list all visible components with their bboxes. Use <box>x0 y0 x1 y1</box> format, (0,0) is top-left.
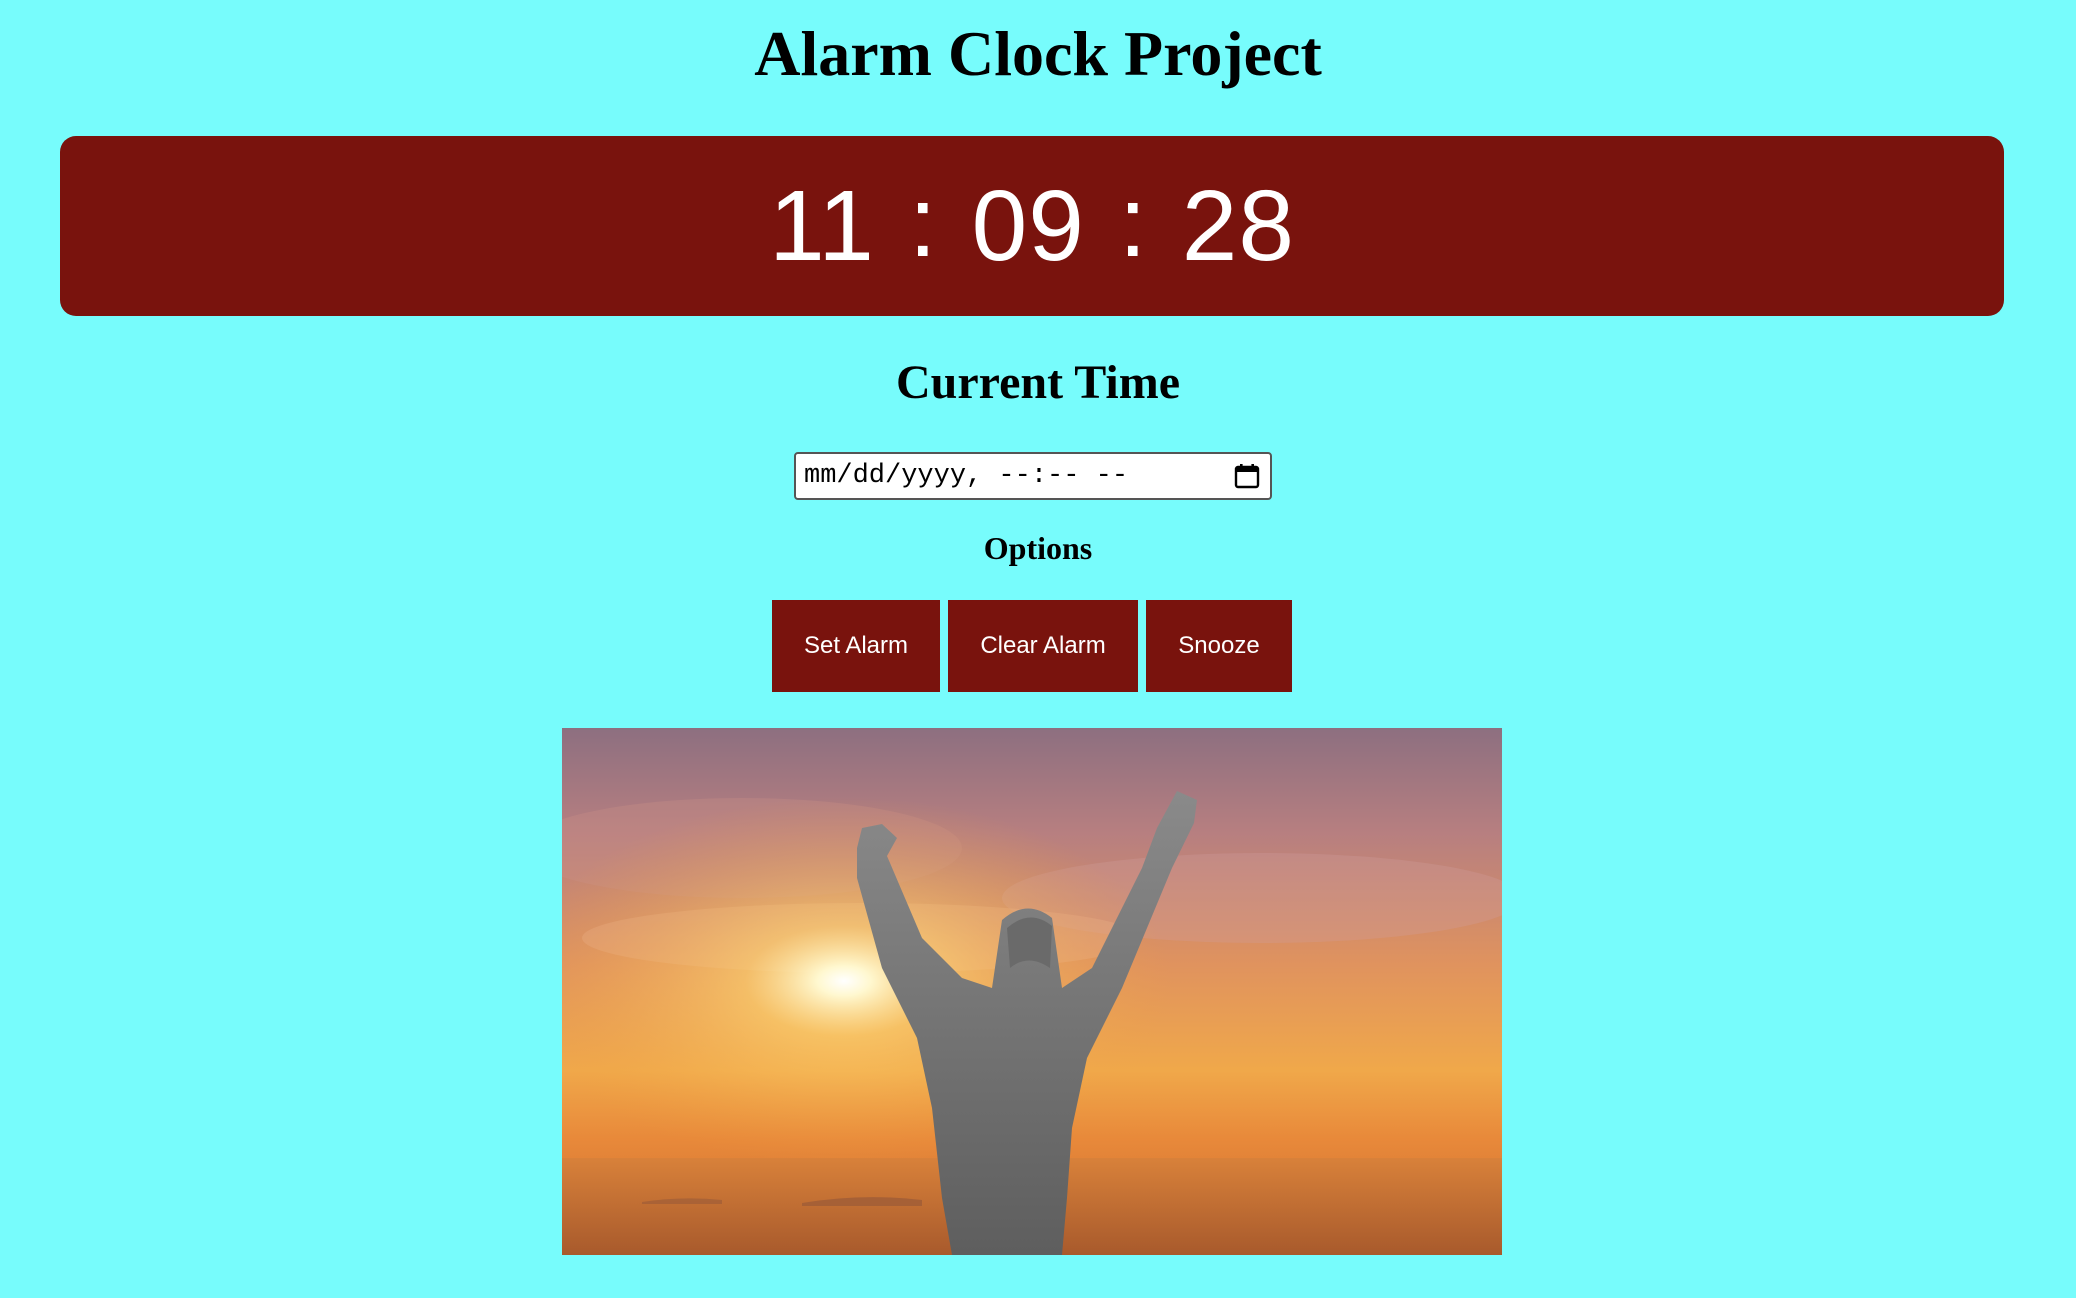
alarm-datetime-placeholder: mm/dd/yyyy, --:-- -- <box>804 461 1129 491</box>
clock-minutes: 09 <box>971 170 1085 282</box>
clock-seconds: 28 <box>1181 170 1295 282</box>
clock-separator: : <box>1118 166 1148 278</box>
alarm-datetime-input[interactable]: mm/dd/yyyy, --:-- -- <box>794 452 1272 500</box>
clock-separator: : <box>908 166 938 278</box>
clock-hours: 11 <box>769 170 875 282</box>
calendar-icon[interactable] <box>1232 461 1262 491</box>
current-time-heading: Current Time <box>896 356 1180 409</box>
clock-time: 11 : 09 : 28 <box>769 170 1295 282</box>
options-button-group: Set Alarm Clear Alarm Snooze <box>772 600 1292 692</box>
clear-alarm-button[interactable]: Clear Alarm <box>948 600 1138 692</box>
page-title: Alarm Clock Project <box>754 18 1322 89</box>
set-alarm-button[interactable]: Set Alarm <box>772 600 940 692</box>
options-heading: Options <box>983 530 1093 566</box>
sunrise-image <box>562 728 1502 1255</box>
clock-display-panel: 11 : 09 : 28 <box>60 136 2004 316</box>
snooze-button[interactable]: Snooze <box>1146 600 1292 692</box>
